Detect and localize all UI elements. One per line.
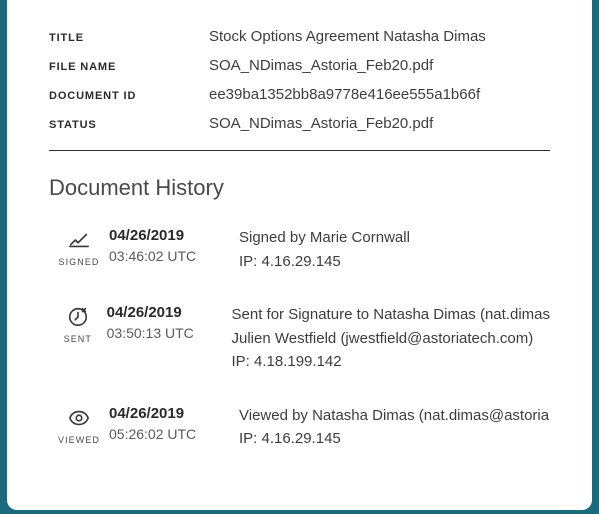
meta-label: DOCUMENT ID bbox=[49, 90, 209, 102]
history-row-sent: SENT 04/26/2019 03:50:13 UTC Sent for Si… bbox=[49, 304, 550, 375]
meta-label: FILE NAME bbox=[49, 61, 209, 73]
history-date: 04/26/2019 bbox=[107, 304, 232, 321]
meta-label: STATUS bbox=[49, 119, 209, 131]
icon-label: VIEWED bbox=[58, 435, 100, 445]
date-column: 04/26/2019 03:46:02 UTC bbox=[109, 227, 239, 274]
date-column: 04/26/2019 05:26:02 UTC bbox=[109, 405, 239, 452]
history-row-signed: SIGNED 04/26/2019 03:46:02 UTC Signed by… bbox=[49, 227, 550, 274]
date-column: 04/26/2019 03:50:13 UTC bbox=[107, 304, 232, 375]
icon-column: SENT bbox=[49, 304, 107, 375]
history-title: Document History bbox=[7, 175, 592, 201]
history-detail: Signed by Marie Cornwall bbox=[239, 227, 550, 250]
meta-row-docid: DOCUMENT ID ee39ba1352bb8a9778e416ee555a… bbox=[49, 86, 550, 103]
history-ip: IP: 4.16.29.145 bbox=[239, 428, 550, 451]
icon-label: SIGNED bbox=[59, 257, 100, 267]
document-card: TITLE Stock Options Agreement Natasha Di… bbox=[7, 0, 592, 510]
meta-row-status: STATUS SOA_NDimas_Astoria_Feb20.pdf bbox=[49, 115, 550, 132]
divider bbox=[49, 150, 550, 151]
history-time: 03:50:13 UTC bbox=[107, 325, 232, 341]
meta-value: ee39ba1352bb8a9778e416ee555a1b66f bbox=[209, 86, 480, 103]
history-date: 04/26/2019 bbox=[109, 405, 239, 422]
history-time: 03:46:02 UTC bbox=[109, 248, 239, 264]
detail-column: Viewed by Natasha Dimas (nat.dimas@astor… bbox=[239, 405, 550, 452]
metadata-section: TITLE Stock Options Agreement Natasha Di… bbox=[7, 28, 592, 132]
meta-label: TITLE bbox=[49, 32, 209, 44]
icon-column: SIGNED bbox=[49, 227, 109, 274]
sent-icon bbox=[67, 306, 89, 328]
history-ip: IP: 4.18.199.142 bbox=[232, 351, 551, 374]
history-section: SIGNED 04/26/2019 03:46:02 UTC Signed by… bbox=[7, 227, 592, 452]
history-row-viewed: VIEWED 04/26/2019 05:26:02 UTC Viewed by… bbox=[49, 405, 550, 452]
detail-column: Signed by Marie Cornwall IP: 4.16.29.145 bbox=[239, 227, 550, 274]
meta-value: SOA_NDimas_Astoria_Feb20.pdf bbox=[209, 115, 433, 132]
meta-value: SOA_NDimas_Astoria_Feb20.pdf bbox=[209, 57, 433, 74]
history-detail: Viewed by Natasha Dimas (nat.dimas@astor… bbox=[239, 405, 550, 428]
meta-row-filename: FILE NAME SOA_NDimas_Astoria_Feb20.pdf bbox=[49, 57, 550, 74]
history-date: 04/26/2019 bbox=[109, 227, 239, 244]
meta-value: Stock Options Agreement Natasha Dimas bbox=[209, 28, 486, 45]
icon-column: VIEWED bbox=[49, 405, 109, 452]
detail-column: Sent for Signature to Natasha Dimas (nat… bbox=[232, 304, 551, 375]
eye-icon bbox=[68, 407, 90, 429]
history-time: 05:26:02 UTC bbox=[109, 426, 239, 442]
history-detail: Julien Westfield (jwestfield@astoriatech… bbox=[232, 328, 551, 351]
signature-icon bbox=[68, 229, 90, 251]
icon-label: SENT bbox=[64, 334, 92, 344]
history-ip: IP: 4.16.29.145 bbox=[239, 251, 550, 274]
history-detail: Sent for Signature to Natasha Dimas (nat… bbox=[232, 304, 551, 327]
meta-row-title: TITLE Stock Options Agreement Natasha Di… bbox=[49, 28, 550, 45]
